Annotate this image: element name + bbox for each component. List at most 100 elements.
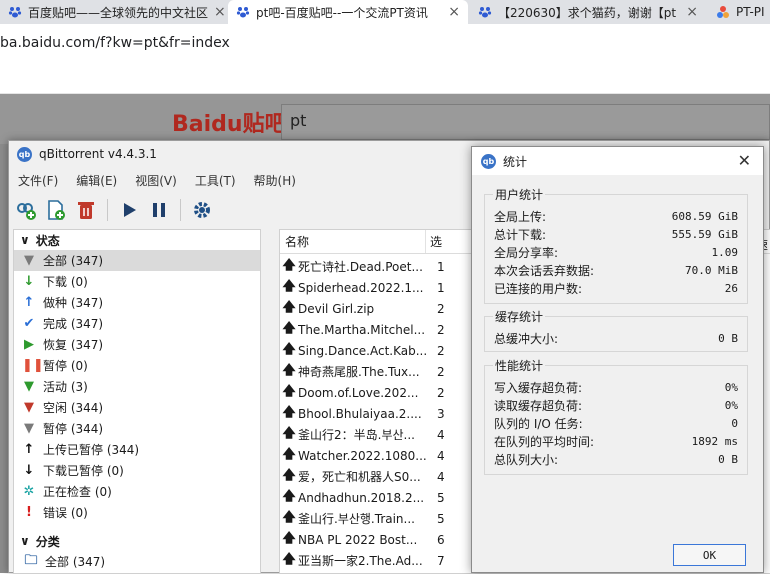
browser-tab-1[interactable]: 百度贴吧——全球领先的中文社区 × [0,0,226,24]
status-filter-downloading[interactable]: ↓ 下载 (0) [14,271,260,292]
stat-row: 队列的 I/O 任务: 0 [494,414,738,432]
group-title: 性能统计 [493,357,546,374]
qbittorrent-logo-icon: qb [17,146,32,162]
status-filter-inactive[interactable]: ▼ 空闲 (344) [14,397,260,418]
browser-tab-strip: 百度贴吧——全球领先的中文社区 × pt吧-百度贴吧--一个交流PT资讯 × 【… [0,0,770,24]
ok-button[interactable]: OK [673,544,746,566]
upload-arrow-icon: ↑ [23,442,35,457]
column-header-selected[interactable]: 选 [426,230,466,253]
close-icon[interactable]: ✕ [738,151,751,170]
play-icon [124,203,136,217]
seeding-arrow-icon: 🡅 [282,446,296,462]
torrent-name: 亚当斯一家2.The.Ad... [298,554,423,568]
add-file-icon [48,200,65,220]
torrent-size: 2 [437,301,445,316]
status-filter-paused[interactable]: ❚❚ 暂停 (0) [14,355,260,376]
baidu-paw-icon [236,7,250,18]
status-filter-resumed[interactable]: ▶ 恢复 (347) [14,334,260,355]
upload-arrow-icon: ↑ [23,295,35,310]
filter-icon: ▼ [24,379,34,394]
status-filter-upload-stalled[interactable]: ↑ 上传已暂停 (344) [14,439,260,460]
status-group-header[interactable]: ∨ 状态 [14,230,260,250]
user-stats-group: 用户统计 全局上传: 608.59 GiB 总计下载: 555.59 GiB 全局分… [484,186,748,304]
status-filter-active[interactable]: ▼ 活动 (3) [14,376,260,397]
seeding-arrow-icon: 🡅 [282,299,296,315]
status-group-title: 状态 [35,233,60,248]
baidu-tieba-logo[interactable]: Baidu贴吧 [172,104,287,140]
stat-row: 读取缓存超负荷: 0% [494,396,738,414]
add-torrent-file-button[interactable] [43,197,69,223]
address-bar[interactable]: ba.baidu.com/f?kw=pt&fr=index [0,24,770,62]
torrent-size: 7 [437,553,445,568]
filter-icon: ▼ [24,253,34,268]
stat-label: 队列的 I/O 任务: [494,416,583,431]
column-label: 选 [430,235,443,249]
browser-tab-title: 百度贴吧——全球领先的中文社区 [28,5,209,20]
toolbar-separator [107,199,108,221]
cache-stats-group: 缓存统计 总缓冲大小: 0 B [484,308,748,352]
collapse-chevron-icon[interactable]: ∨ [20,534,30,548]
stat-value: 0% [724,398,738,412]
seeding-arrow-icon: 🡅 [282,257,296,273]
browser-tab-title: PT-PI [736,5,765,19]
toolbar [13,195,215,225]
stat-label: 读取缓存超负荷: [494,398,583,413]
stat-value: 70.0 MiB [685,263,738,277]
status-filter-stalled[interactable]: ▼ 暂停 (344) [14,418,260,439]
baidu-paw-icon [478,7,492,18]
status-filter-download-stalled[interactable]: ↓ 下载已暂停 (0) [14,460,260,481]
status-filter-seeding[interactable]: ↑ 做种 (347) [14,292,260,313]
pause-button[interactable] [146,197,172,223]
stat-row: 总计下载: 555.59 GiB [494,225,738,243]
menu-view[interactable]: 视图(V) [126,169,186,191]
options-button[interactable] [189,197,215,223]
torrent-name: 釜山行.부산행.Train... [298,512,415,526]
gear-icon: ✲ [23,484,35,499]
menu-help[interactable]: 帮助(H) [245,169,305,191]
stat-label: 全局分享率: [494,245,559,260]
filter-label: 暂停 (344) [43,422,104,436]
close-tab-icon[interactable]: × [448,4,460,20]
close-tab-icon[interactable]: × [686,4,698,20]
menu-file[interactable]: 文件(F) [9,169,67,191]
torrent-name: Doom.of.Love.202... [298,385,419,400]
stat-row: 本次会话丢弃数据: 70.0 MiB [494,261,738,279]
resume-button[interactable] [116,197,142,223]
torrent-name: 爱，死亡和机器人S0... [298,470,421,484]
pause-icon: ❚❚ [22,358,44,373]
torrent-size: 6 [437,532,445,547]
menu-edit[interactable]: 编辑(E) [67,169,126,191]
status-filter-errored[interactable]: ! 错误 (0) [14,502,260,523]
add-torrent-link-button[interactable] [13,197,39,223]
tieba-search-input[interactable]: pt [281,104,770,140]
stat-label: 总队列大小: [494,452,559,467]
category-group-title: 分类 [35,534,60,549]
collapse-chevron-icon[interactable]: ∨ [20,233,30,247]
delete-torrent-button[interactable] [73,197,99,223]
stat-label: 已连接的用户数: [494,281,583,296]
status-filter-all[interactable]: ▼ 全部 (347) [14,250,260,271]
filter-sidebar: ∨ 状态 ▼ 全部 (347) ↓ 下载 (0) ↑ 做种 (347) ✔ 完成 (34… [13,229,261,574]
stat-value: 0% [724,380,738,394]
category-filter-all[interactable]: 🗀 全部 (347) [14,551,260,572]
filter-label: 上传已暂停 (344) [43,443,140,457]
torrent-name: 釜山行2：半岛.부산... [298,428,415,442]
filter-label: 错误 (0) [43,506,88,520]
gear-icon [194,202,210,218]
close-tab-icon[interactable]: × [214,4,226,20]
menu-bar: 文件(F) 编辑(E) 视图(V) 工具(T) 帮助(H) [9,169,305,191]
category-group-header[interactable]: ∨ 分类 [14,531,260,551]
bookmarks-bar [0,62,770,94]
filter-label: 下载已暂停 (0) [43,464,124,478]
stat-label: 总计下载: [494,227,547,242]
browser-tab-2[interactable]: pt吧-百度贴吧--一个交流PT资讯 × [228,0,468,24]
torrent-size: 1 [437,280,445,295]
browser-tab-4[interactable]: PT-PI [708,0,770,24]
status-filter-completed[interactable]: ✔ 完成 (347) [14,313,260,334]
error-icon: ! [26,505,32,520]
browser-tab-3[interactable]: 【220630】求个猫药，谢谢【pt × [470,0,706,24]
menu-tools[interactable]: 工具(T) [186,169,245,191]
status-filter-checking[interactable]: ✲ 正在检查 (0) [14,481,260,502]
statistics-dialog: qb 统计 ✕ 用户统计 全局上传: 608.59 GiB 总计下载: 555.59… [471,146,764,573]
column-header-name[interactable]: 名称 [280,230,426,253]
